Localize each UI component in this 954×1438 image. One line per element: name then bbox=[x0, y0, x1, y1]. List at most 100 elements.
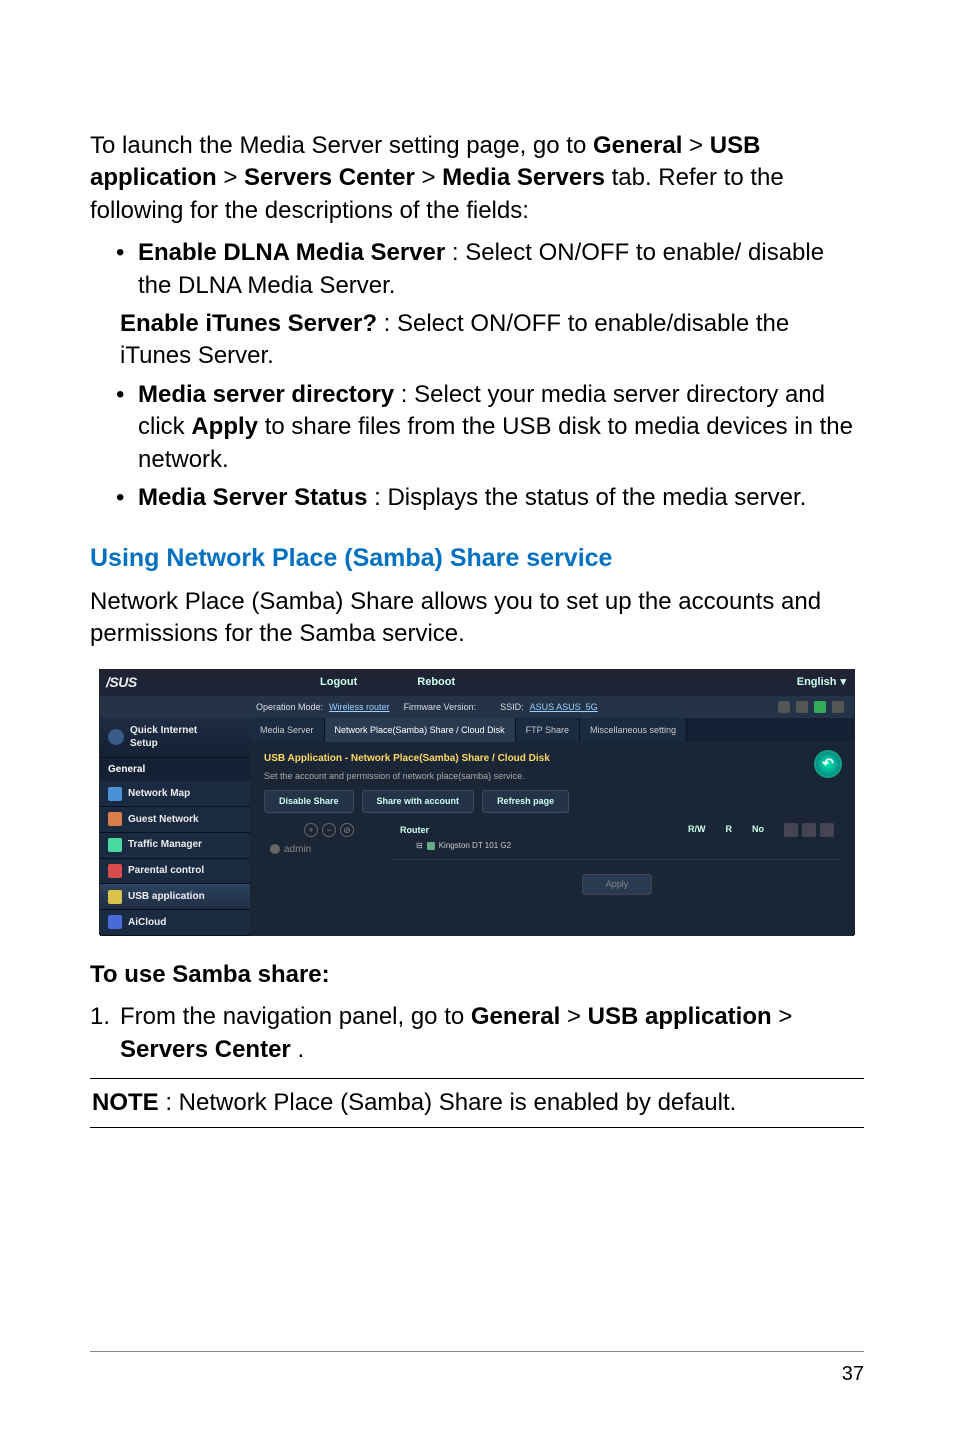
folder-item[interactable]: ⊟ Kingston DT 101 G2 bbox=[394, 839, 840, 854]
note-text: : Network Place (Samba) Share is enabled… bbox=[165, 1089, 736, 1116]
step-1-end: . bbox=[297, 1036, 304, 1063]
file-action-icon[interactable] bbox=[802, 823, 816, 837]
status-icon bbox=[778, 701, 790, 713]
status-icons bbox=[778, 701, 844, 713]
bullet-itunes-label: Enable iTunes Server? bbox=[120, 310, 377, 337]
sidebar-quick-internet-setup[interactable]: Quick Internet Setup bbox=[100, 718, 250, 758]
back-circle-button[interactable]: ↶ bbox=[814, 750, 842, 778]
user-admin[interactable]: admin bbox=[264, 839, 394, 861]
file-action-icons bbox=[784, 823, 834, 837]
user-list-actions: + − ⊘ bbox=[264, 821, 394, 839]
qis-icon bbox=[108, 729, 124, 745]
intro-b1: General bbox=[593, 132, 682, 159]
refresh-page-button[interactable]: Refresh page bbox=[482, 790, 569, 812]
sidebar-item-parental-control[interactable]: Parental control bbox=[100, 859, 250, 885]
step-1: 1. From the navigation panel, go to Gene… bbox=[90, 1001, 864, 1066]
remove-user-icon[interactable]: − bbox=[322, 823, 336, 837]
col-no: No bbox=[752, 823, 764, 837]
file-header-row: Router R/W R No bbox=[394, 821, 840, 839]
sidebar-general-header: General bbox=[100, 758, 250, 782]
user-file-area: + − ⊘ admin Router R/W bbox=[264, 821, 840, 895]
op-mode-label: Operation Mode: bbox=[256, 701, 323, 713]
usb-application-icon bbox=[108, 890, 122, 904]
router-ui-screenshot: /SUS Logout Reboot English ▾ Operation M… bbox=[99, 669, 855, 935]
intro-gt1: > bbox=[689, 132, 710, 159]
tab-misc-setting[interactable]: Miscellaneous setting bbox=[580, 718, 687, 742]
status-icon bbox=[796, 701, 808, 713]
traffic-manager-icon bbox=[108, 838, 122, 852]
sidebar-item-label: Guest Network bbox=[128, 813, 199, 827]
chevron-down-icon: ▾ bbox=[840, 675, 846, 690]
asus-logo: /SUS bbox=[100, 673, 250, 692]
qis-text: Quick Internet Setup bbox=[130, 724, 197, 751]
steps-list: 1. From the navigation panel, go to Gene… bbox=[90, 1001, 864, 1066]
step-1-gt1: > bbox=[567, 1003, 588, 1030]
section-paragraph: Network Place (Samba) Share allows you t… bbox=[90, 586, 864, 651]
tab-ftp-share[interactable]: FTP Share bbox=[516, 718, 580, 742]
intro-gt3: > bbox=[421, 164, 442, 191]
bullet-status: Media Server Status : Displays the statu… bbox=[138, 482, 864, 514]
sidebar-item-guest-network[interactable]: Guest Network bbox=[100, 807, 250, 833]
language-label: English bbox=[797, 675, 837, 690]
sidebar-item-label: Traffic Manager bbox=[128, 838, 202, 852]
tree-collapse-icon: ⊟ bbox=[416, 841, 423, 852]
bullet-directory: Media server directory : Select your med… bbox=[138, 379, 864, 476]
note-label: NOTE bbox=[92, 1089, 159, 1116]
intro-b4: Media Servers bbox=[442, 164, 605, 191]
topbar-buttons: Logout Reboot bbox=[250, 675, 797, 690]
field-bullets: Enable DLNA Media Server : Select ON/OFF… bbox=[90, 237, 864, 514]
qis-line2: Setup bbox=[130, 737, 197, 751]
apply-button[interactable]: Apply bbox=[582, 874, 652, 894]
bullet-dlna: Enable DLNA Media Server : Select ON/OFF… bbox=[138, 237, 864, 302]
tab-network-place-samba[interactable]: Network Place(Samba) Share / Cloud Disk bbox=[325, 718, 516, 742]
samba-instructions-heading: To use Samba share: bbox=[90, 959, 864, 991]
user-label: admin bbox=[284, 843, 311, 857]
bullet-dlna-label: Enable DLNA Media Server bbox=[138, 239, 445, 266]
intro-gt2: > bbox=[223, 164, 244, 191]
pill-row: Disable Share Share with account Refresh… bbox=[264, 790, 840, 812]
divider bbox=[394, 859, 840, 860]
step-1-gt2: > bbox=[778, 1003, 792, 1030]
share-with-account-button[interactable]: Share with account bbox=[362, 790, 475, 812]
user-icon bbox=[270, 844, 280, 854]
sidebar-item-label: Network Map bbox=[128, 787, 190, 801]
col-r: R bbox=[726, 823, 733, 837]
file-action-icon[interactable] bbox=[784, 823, 798, 837]
folder-icon bbox=[427, 842, 435, 850]
logout-button[interactable]: Logout bbox=[320, 675, 357, 690]
user-list: + − ⊘ admin bbox=[264, 821, 394, 895]
add-user-icon[interactable]: + bbox=[304, 823, 318, 837]
language-selector[interactable]: English ▾ bbox=[797, 675, 846, 690]
ban-user-icon[interactable]: ⊘ bbox=[340, 823, 354, 837]
disable-share-button[interactable]: Disable Share bbox=[264, 790, 354, 812]
intro-paragraph: To launch the Media Server setting page,… bbox=[90, 130, 864, 227]
status-icon bbox=[814, 701, 826, 713]
file-action-icon[interactable] bbox=[820, 823, 834, 837]
sidebar-item-aicloud[interactable]: AiCloud bbox=[100, 910, 250, 936]
settings-panel: ↶ USB Application - Network Place(Samba)… bbox=[250, 742, 854, 905]
step-1-b3: Servers Center bbox=[120, 1036, 291, 1063]
bullet-itunes: Enable iTunes Server? : Select ON/OFF to… bbox=[120, 308, 864, 373]
tab-media-server[interactable]: Media Server bbox=[250, 718, 325, 742]
topbar: /SUS Logout Reboot English ▾ bbox=[100, 670, 854, 696]
sidebar-item-traffic-manager[interactable]: Traffic Manager bbox=[100, 833, 250, 859]
sidebar-item-network-map[interactable]: Network Map bbox=[100, 781, 250, 807]
section-heading-samba: Using Network Place (Samba) Share servic… bbox=[90, 542, 864, 576]
ssid-value[interactable]: ASUS ASUS_5G bbox=[530, 701, 598, 713]
sidebar-item-label: Parental control bbox=[128, 864, 204, 878]
network-map-icon bbox=[108, 787, 122, 801]
sidebar-item-usb-application[interactable]: USB application bbox=[100, 884, 250, 910]
guest-network-icon bbox=[108, 812, 122, 826]
sidebar: Quick Internet Setup General Network Map… bbox=[100, 718, 250, 936]
op-mode-value[interactable]: Wireless router bbox=[329, 701, 390, 713]
parental-control-icon bbox=[108, 864, 122, 878]
folder-label: Kingston DT 101 G2 bbox=[439, 841, 511, 852]
sidebar-item-label: AiCloud bbox=[128, 916, 166, 930]
reboot-button[interactable]: Reboot bbox=[417, 675, 455, 690]
aicloud-icon bbox=[108, 915, 122, 929]
file-permission-area: Router R/W R No bbox=[394, 821, 840, 895]
status-icon bbox=[832, 701, 844, 713]
main-panel: Media Server Network Place(Samba) Share … bbox=[250, 718, 854, 936]
permission-columns: R/W R No bbox=[688, 823, 834, 837]
step-1-b2: USB application bbox=[588, 1003, 772, 1030]
